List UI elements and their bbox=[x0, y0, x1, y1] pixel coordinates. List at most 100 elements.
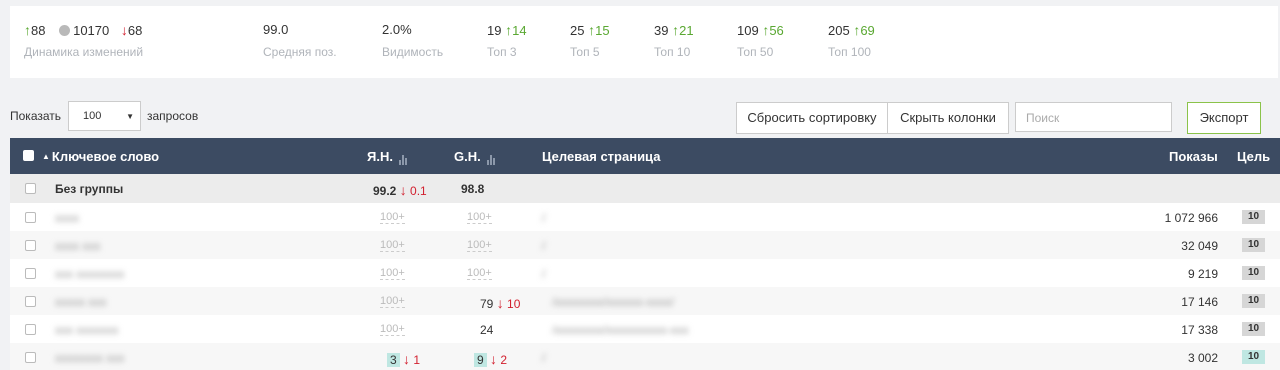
keyword-cell: xxx xxxxxxxx bbox=[55, 267, 125, 281]
top3-label: Топ 3 bbox=[487, 45, 517, 59]
impressions-cell: 17 338 bbox=[1181, 323, 1218, 337]
group-row: Без группы 99.2 ↓ 0.1 98.8 bbox=[10, 174, 1280, 203]
top3-value: 19 bbox=[487, 23, 502, 38]
target-page-link[interactable]: / bbox=[542, 267, 545, 281]
keyword-cell: xxxx bbox=[55, 211, 79, 225]
table-row: xxxx 100+ 100+ / 1 072 966 10 bbox=[10, 203, 1280, 231]
chart-bars-icon[interactable] bbox=[486, 150, 497, 165]
col-keyword[interactable]: ▲ Ключевое слово bbox=[42, 149, 159, 164]
stat-top5: 25 ↑15 Топ 5 bbox=[570, 22, 610, 59]
table-row: xxxxx xxx 100+ 79 ↓ 10 /xxxxxxxx/xxxxxx-… bbox=[10, 287, 1280, 315]
search-input[interactable]: Поиск bbox=[1015, 102, 1172, 132]
table-row: xxx xxxxxxx 100+ 24 /xxxxxxxx/xxxxxxxxxx… bbox=[10, 315, 1280, 343]
yandex-pos[interactable]: 100+ bbox=[380, 211, 405, 224]
dynamics-up-count: 88 bbox=[31, 23, 46, 38]
table-header: ▲ Ключевое слово Я.Н. G.Н. Целевая страни… bbox=[10, 138, 1280, 174]
chart-bars-icon[interactable] bbox=[398, 150, 409, 165]
group-yandex: 99.2 ↓ 0.1 bbox=[373, 182, 427, 198]
target-page-link[interactable]: /xxxxxxxx/xxxxxx-xxxx/ bbox=[552, 295, 674, 309]
caret-down-icon: ▼ bbox=[126, 112, 134, 121]
visibility-value: 2.0% bbox=[382, 22, 412, 37]
per-page-select[interactable]: 100 ▼ bbox=[68, 101, 141, 131]
stats-panel: ↑88 10170 ↓68 Динамика изменений 99.0 Ср… bbox=[10, 6, 1278, 78]
top5-label: Топ 5 bbox=[570, 45, 600, 59]
arrow-down-icon: ↓ bbox=[490, 351, 498, 367]
table-row: xxx xxxxxxxx 100+ 100+ / 9 219 10 bbox=[10, 259, 1280, 287]
reset-sort-button[interactable]: Сбросить сортировку bbox=[736, 102, 888, 134]
show-label: Показать bbox=[10, 109, 62, 123]
keyword-cell: xxxxx xxx bbox=[55, 295, 107, 309]
target-page-link[interactable]: / bbox=[542, 211, 545, 225]
row-checkbox[interactable] bbox=[25, 183, 36, 194]
row-checkbox[interactable] bbox=[25, 296, 36, 307]
select-all-checkbox[interactable] bbox=[23, 150, 34, 161]
stat-dynamics: ↑88 10170 ↓68 Динамика изменений bbox=[24, 22, 143, 59]
avg-pos-value: 99.0 bbox=[263, 22, 289, 37]
col-impressions[interactable]: Показы bbox=[1169, 149, 1218, 164]
google-pos[interactable]: 9 ↓ 2 bbox=[474, 351, 507, 367]
target-page-link[interactable]: / bbox=[542, 239, 545, 253]
arrow-down-icon: ↓ bbox=[399, 182, 407, 198]
keyword-cell: xxxx xxx bbox=[55, 239, 101, 253]
keyword-cell: xxx xxxxxxx bbox=[55, 323, 119, 337]
arrow-down-icon: ↓ bbox=[120, 22, 128, 38]
goal-badge: 10 bbox=[1242, 210, 1265, 224]
dynamics-label: Динамика изменений bbox=[24, 45, 144, 59]
visibility-label: Видимость bbox=[382, 45, 444, 59]
google-pos[interactable]: 100+ bbox=[467, 239, 492, 252]
stat-top100: 205 ↑69 Топ 100 bbox=[828, 22, 875, 59]
yandex-pos[interactable]: 3 ↓ 1 bbox=[387, 351, 420, 367]
row-checkbox[interactable] bbox=[25, 212, 36, 223]
export-button[interactable]: Экспорт bbox=[1187, 102, 1261, 134]
dot-icon bbox=[59, 25, 71, 36]
table-row: xxxxxxxx xxx 3 ↓ 1 9 ↓ 2 / 3 002 10 bbox=[10, 343, 1280, 370]
impressions-cell: 9 219 bbox=[1187, 267, 1218, 281]
table-controls: Показать 100 ▼ запросов Сбросить сортиро… bbox=[0, 100, 1280, 136]
group-google: 98.8 bbox=[461, 182, 485, 196]
group-name: Без группы bbox=[55, 182, 124, 196]
per-page-label: запросов bbox=[147, 109, 199, 123]
top5-delta: 15 bbox=[595, 23, 610, 38]
google-pos[interactable]: 79 ↓ 10 bbox=[480, 295, 520, 311]
avg-pos-label: Средняя поз. bbox=[263, 45, 337, 59]
stat-top3: 19 ↑14 Топ 3 bbox=[487, 22, 527, 59]
stat-visibility: 2.0% Видимость bbox=[382, 22, 443, 59]
impressions-cell: 3 002 bbox=[1187, 351, 1218, 365]
top100-label: Топ 100 bbox=[828, 45, 871, 59]
per-page-value: 100 bbox=[83, 110, 102, 122]
target-page-link[interactable]: / bbox=[542, 351, 545, 365]
row-checkbox[interactable] bbox=[25, 324, 36, 335]
row-checkbox[interactable] bbox=[25, 240, 36, 251]
hide-columns-button[interactable]: Скрыть колонки bbox=[887, 102, 1009, 134]
impressions-cell: 1 072 966 bbox=[1164, 211, 1218, 225]
top5-value: 25 bbox=[570, 23, 585, 38]
col-yandex[interactable]: Я.Н. bbox=[367, 149, 409, 165]
table-row: xxxx xxx 100+ 100+ / 32 049 10 bbox=[10, 231, 1280, 259]
col-google[interactable]: G.Н. bbox=[454, 149, 497, 165]
top50-value: 109 bbox=[737, 23, 759, 38]
google-pos[interactable]: 100+ bbox=[467, 211, 492, 224]
stat-top10: 39 ↑21 Топ 10 bbox=[654, 22, 694, 59]
top3-delta: 14 bbox=[512, 23, 527, 38]
goal-badge: 10 bbox=[1242, 238, 1265, 252]
yandex-pos[interactable]: 100+ bbox=[380, 267, 405, 280]
yandex-pos[interactable]: 100+ bbox=[380, 239, 405, 252]
google-pos[interactable]: 24 bbox=[480, 323, 493, 337]
impressions-cell: 32 049 bbox=[1181, 239, 1218, 253]
row-checkbox[interactable] bbox=[25, 268, 36, 279]
top50-label: Топ 50 bbox=[737, 45, 774, 59]
col-target-page[interactable]: Целевая страница bbox=[542, 149, 660, 164]
arrow-up-icon: ↑ bbox=[24, 22, 31, 38]
row-checkbox[interactable] bbox=[25, 352, 36, 363]
top100-value: 205 bbox=[828, 23, 850, 38]
arrow-down-icon: ↓ bbox=[403, 351, 411, 367]
yandex-pos[interactable]: 100+ bbox=[380, 295, 405, 308]
top10-label: Топ 10 bbox=[654, 45, 691, 59]
google-pos[interactable]: 100+ bbox=[467, 267, 492, 280]
top10-delta: 21 bbox=[679, 23, 694, 38]
target-page-link[interactable]: /xxxxxxxx/xxxxxxxxxx-xxx bbox=[552, 323, 689, 337]
yandex-pos[interactable]: 100+ bbox=[380, 323, 405, 336]
arrow-down-icon: ↓ bbox=[496, 295, 504, 311]
goal-badge: 10 bbox=[1242, 350, 1265, 364]
col-goal[interactable]: Цель bbox=[1237, 149, 1270, 164]
